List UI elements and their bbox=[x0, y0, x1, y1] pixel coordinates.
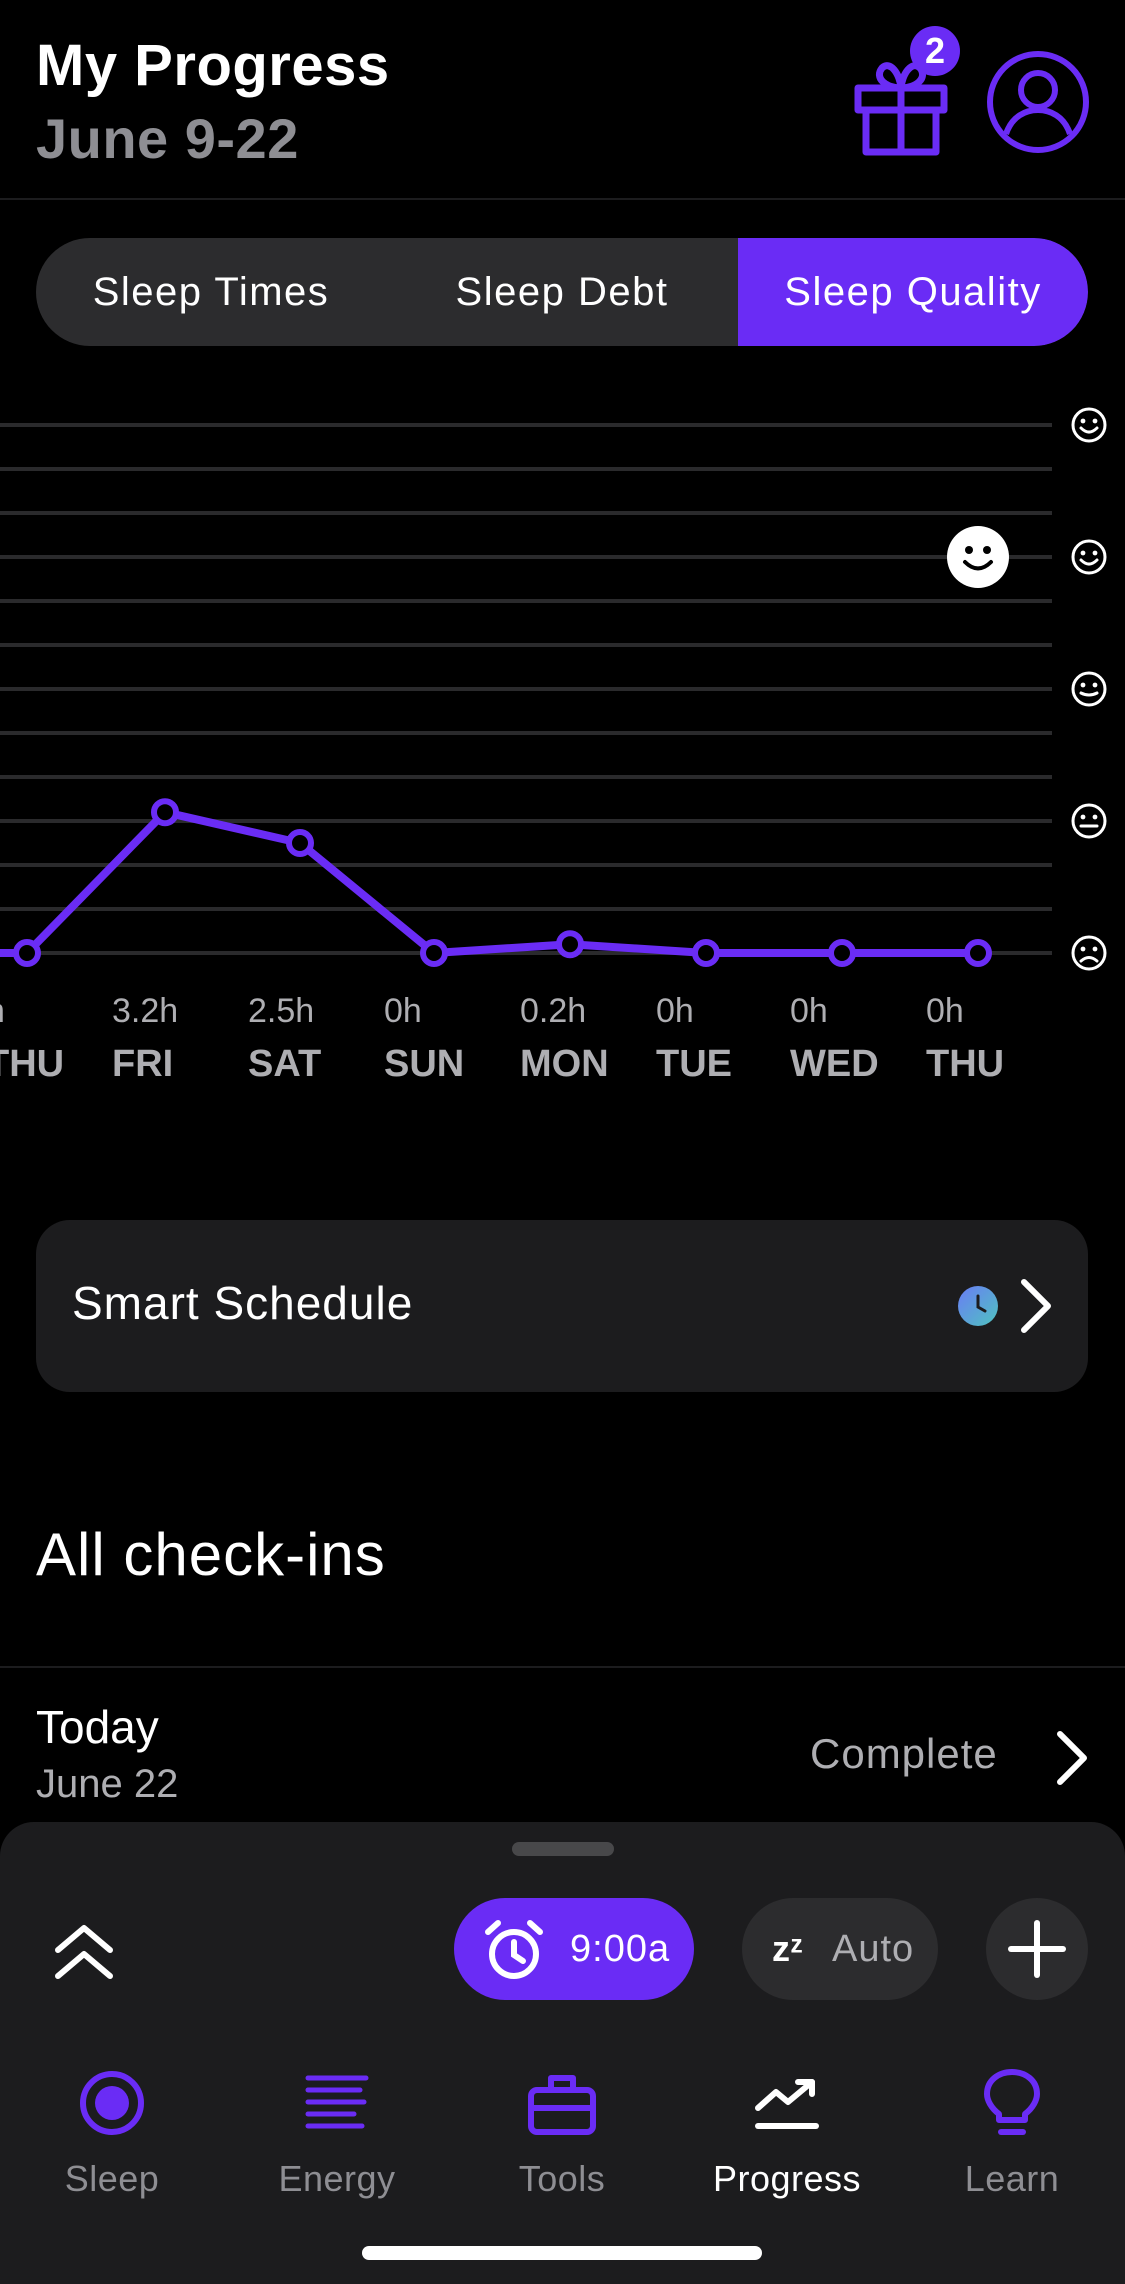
data-point bbox=[828, 939, 856, 967]
page-title: My Progress bbox=[36, 33, 390, 98]
energy-icon bbox=[305, 2075, 369, 2129]
auto-label: Auto bbox=[832, 1928, 915, 1970]
x-sublabel: 2.5h bbox=[248, 992, 314, 1030]
double-chevron-up-icon[interactable] bbox=[52, 1920, 116, 1984]
nav-tab-learn[interactable]: Learn bbox=[912, 2068, 1112, 2228]
date-range: June 9-22 bbox=[36, 107, 299, 170]
current-quality-marker-icon[interactable] bbox=[947, 526, 1009, 588]
sleep-quality-chart: h 3.2h 2.5h 0h 0.2h 0h 0h 0h THU FRI SAT SUN MON TUE W… bbox=[0, 407, 1107, 1085]
data-point bbox=[420, 939, 448, 967]
x-sublabel: 0h bbox=[656, 992, 694, 1030]
data-point bbox=[964, 939, 992, 967]
tab-sleep-times[interactable]: Sleep Times bbox=[36, 238, 386, 346]
chart-mode-segmented-control: Sleep Times Sleep Debt Sleep Quality bbox=[36, 238, 1088, 346]
nav-label: Sleep bbox=[64, 2158, 160, 2199]
neutral-face-icon bbox=[1071, 803, 1107, 839]
sad-face-icon bbox=[1071, 935, 1107, 971]
x-tick-label: SUN bbox=[384, 1043, 464, 1085]
x-tick-label: WED bbox=[790, 1043, 879, 1085]
tab-sleep-quality[interactable]: Sleep Quality bbox=[738, 238, 1088, 346]
nav-label: Energy bbox=[278, 2158, 396, 2199]
data-point bbox=[692, 939, 720, 967]
data-point bbox=[556, 930, 584, 959]
x-tick-label: THU bbox=[926, 1043, 1004, 1085]
happy-face-icon bbox=[1071, 539, 1107, 575]
nav-tab-sleep[interactable]: Sleep bbox=[12, 2068, 212, 2228]
chevron-right-icon bbox=[1021, 1279, 1051, 1333]
clock-icon bbox=[958, 1286, 998, 1326]
x-sublabel: 0h bbox=[790, 992, 828, 1030]
header: My Progress June 9-22 2 bbox=[0, 0, 1125, 200]
alarm-time: 9:00a bbox=[570, 1928, 671, 1970]
x-tick-label: FRI bbox=[112, 1043, 173, 1085]
happy-face-icon bbox=[1071, 407, 1107, 443]
divider bbox=[0, 1666, 1125, 1668]
neutral-smile-face-icon bbox=[1071, 671, 1107, 707]
data-point bbox=[13, 939, 41, 967]
progress-icon bbox=[755, 2079, 819, 2129]
lightbulb-icon bbox=[984, 2069, 1040, 2135]
profile-avatar-icon[interactable] bbox=[986, 50, 1090, 154]
x-sublabel: 3.2h bbox=[112, 992, 178, 1030]
plus-icon bbox=[1008, 1920, 1066, 1978]
chevron-right-icon bbox=[1057, 1731, 1087, 1785]
smart-schedule-label: Smart Schedule bbox=[72, 1277, 414, 1329]
x-sublabel: 0h bbox=[384, 992, 422, 1030]
sleep-mode-button[interactable]: zᶻ Auto bbox=[742, 1898, 938, 2000]
zz-icon: zᶻ bbox=[772, 1928, 804, 1969]
data-point bbox=[286, 829, 314, 857]
data-point bbox=[151, 798, 179, 827]
tab-sleep-debt[interactable]: Sleep Debt bbox=[386, 238, 738, 346]
x-tick-label: MON bbox=[520, 1043, 609, 1085]
section-title: All check-ins bbox=[36, 1521, 386, 1588]
nav-tab-energy[interactable]: Energy bbox=[237, 2068, 437, 2228]
sleep-icon bbox=[80, 2071, 144, 2135]
alarm-button[interactable]: 9:00a bbox=[454, 1898, 694, 2000]
nav-tab-progress[interactable]: Progress bbox=[687, 2068, 887, 2228]
series-line bbox=[0, 808, 982, 957]
x-tick-label: TUE bbox=[656, 1043, 732, 1085]
x-sublabel: 0.2h bbox=[520, 992, 586, 1030]
drag-handle[interactable] bbox=[512, 1842, 614, 1856]
notification-badge: 2 bbox=[910, 26, 960, 76]
checkin-day: Today bbox=[36, 1701, 159, 1753]
checkin-status: Complete bbox=[810, 1730, 998, 1777]
x-sublabel: h bbox=[0, 992, 5, 1030]
checkin-date: June 22 bbox=[36, 1762, 179, 1806]
nav-tab-tools[interactable]: Tools bbox=[462, 2068, 662, 2228]
x-sublabel: 0h bbox=[926, 992, 964, 1030]
x-tick-label: SAT bbox=[248, 1043, 321, 1085]
home-indicator bbox=[362, 2246, 762, 2260]
nav-label: Tools bbox=[518, 2158, 606, 2199]
x-tick-label: THU bbox=[0, 1043, 64, 1085]
alarm-clock-icon bbox=[485, 1920, 543, 1979]
nav-label: Progress bbox=[712, 2158, 862, 2199]
toolbox-icon bbox=[528, 2075, 596, 2135]
smart-schedule-card[interactable]: Smart Schedule bbox=[36, 1220, 1088, 1392]
add-button[interactable] bbox=[986, 1898, 1088, 2000]
nav-label: Learn bbox=[964, 2158, 1060, 2199]
